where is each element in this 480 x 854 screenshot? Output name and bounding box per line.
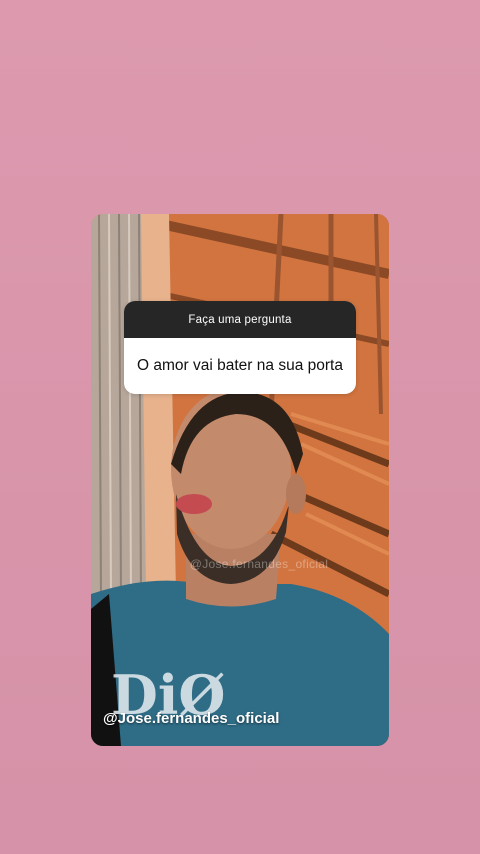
- creator-watermark: @Jose.fernandes_oficial: [103, 710, 280, 727]
- question-answer: O amor vai bater na sua porta: [137, 357, 343, 374]
- question-prompt: Faça uma pergunta: [124, 301, 356, 338]
- question-sticker[interactable]: Faça uma pergunta O amor vai bater na su…: [124, 301, 356, 394]
- corrugated-wall: [91, 214, 146, 604]
- story-video-frame[interactable]: DiØ Faça uma pergunta O amor vai bater n…: [91, 214, 389, 746]
- story-screen: { "question_box": { "prompt": "Faça uma …: [0, 0, 480, 854]
- video-scene-illustration: DiØ: [91, 214, 389, 746]
- faint-watermark: @Jose.fernandes_oficial: [189, 557, 329, 571]
